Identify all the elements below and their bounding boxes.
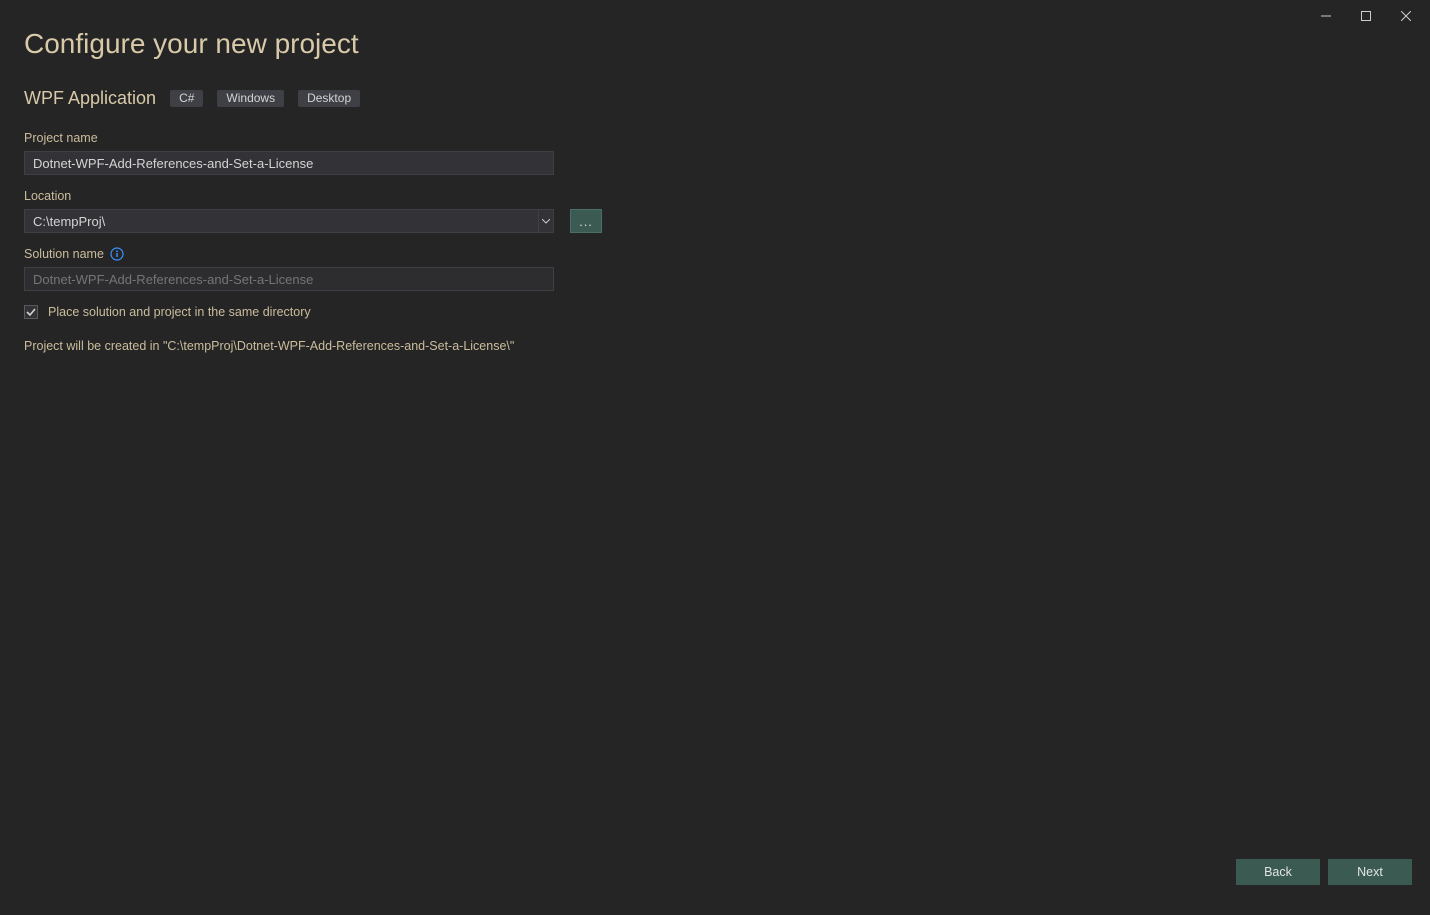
same-directory-checkbox[interactable]	[24, 305, 38, 319]
browse-button-label: ...	[579, 214, 593, 229]
project-name-label: Project name	[24, 131, 924, 145]
page-title: Configure your new project	[24, 28, 924, 60]
maximize-button[interactable]	[1348, 2, 1384, 30]
solution-name-input	[24, 267, 554, 291]
dropdown-arrow-icon[interactable]	[538, 209, 554, 233]
next-button-label: Next	[1357, 865, 1383, 879]
location-input[interactable]	[24, 209, 538, 233]
same-directory-label: Place solution and project in the same d…	[48, 305, 311, 319]
project-name-input[interactable]	[24, 151, 554, 175]
template-tag: C#	[170, 90, 203, 107]
location-label: Location	[24, 189, 924, 203]
solution-name-label: Solution name	[24, 247, 104, 261]
template-tag: Desktop	[298, 90, 360, 107]
back-button[interactable]: Back	[1236, 859, 1320, 885]
info-icon[interactable]	[110, 247, 124, 261]
template-name: WPF Application	[24, 88, 156, 109]
back-button-label: Back	[1264, 865, 1292, 879]
template-tag: Windows	[217, 90, 284, 107]
next-button[interactable]: Next	[1328, 859, 1412, 885]
minimize-button[interactable]	[1308, 2, 1344, 30]
browse-button[interactable]: ...	[570, 209, 602, 233]
template-header: WPF Application C# Windows Desktop	[24, 88, 924, 109]
path-preview: Project will be created in "C:\tempProj\…	[24, 339, 924, 353]
close-button[interactable]	[1388, 2, 1424, 30]
location-combo[interactable]	[24, 209, 554, 233]
window-controls	[1308, 0, 1430, 32]
